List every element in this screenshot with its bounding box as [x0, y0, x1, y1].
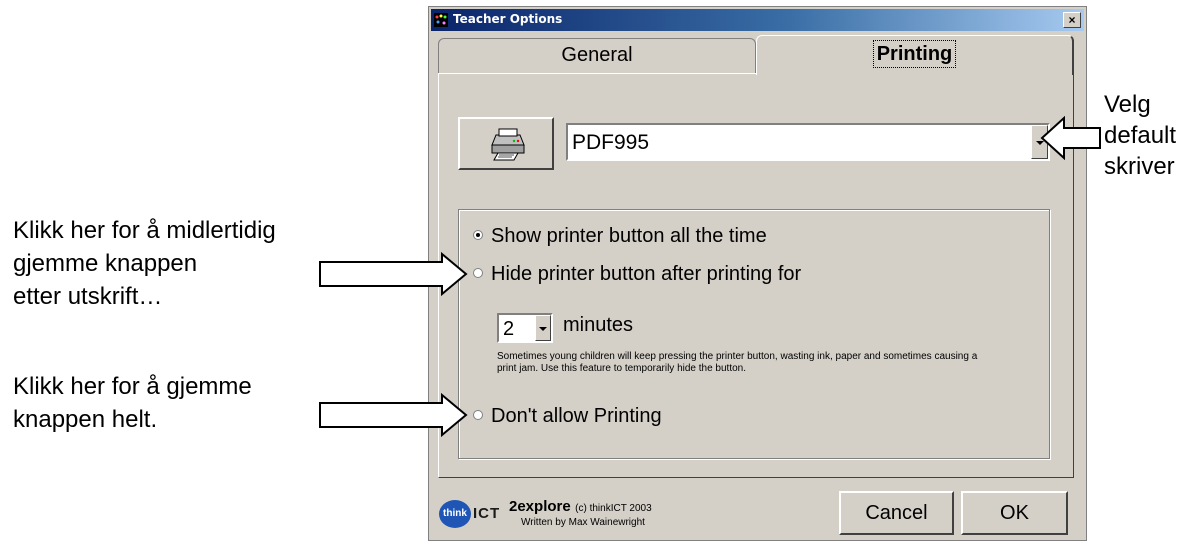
tab-printing-label: Printing: [872, 40, 957, 68]
printer-select[interactable]: PDF995: [566, 123, 1050, 161]
app-icon: [434, 13, 448, 27]
annotation-hide-permanently: Klikk her for å gjemme knappen helt.: [13, 373, 252, 433]
annotation-hide-temporarily: Klikk her for å midlertidig gjemme knapp…: [13, 217, 276, 310]
cancel-button[interactable]: Cancel: [839, 491, 954, 535]
product-info: 2explore (c) thinkICT 2003: [509, 498, 652, 516]
teacher-options-dialog: Teacher Options × General Printing PDF99…: [428, 6, 1087, 541]
radio-indicator[interactable]: [473, 267, 483, 278]
logo-ict: ICT: [473, 505, 501, 522]
printer-icon: [491, 128, 525, 161]
minutes-select[interactable]: 2: [497, 313, 553, 343]
printer-select-value: PDF995: [572, 131, 650, 154]
product-name: 2explore: [509, 498, 571, 515]
product-author: Written by Max Wainewright: [521, 517, 645, 528]
radio-indicator[interactable]: [473, 409, 483, 420]
tab-general[interactable]: General: [438, 38, 756, 73]
close-button[interactable]: ×: [1063, 12, 1081, 28]
radio-hide-after-printing[interactable]: Hide printer button after printing for: [473, 263, 801, 286]
minutes-label: minutes: [563, 314, 634, 336]
logo-think: think: [439, 500, 471, 528]
radio-indicator[interactable]: [473, 229, 483, 240]
radio-dont-allow-printing[interactable]: Don't allow Printing: [473, 405, 662, 428]
chevron-down-icon[interactable]: [535, 315, 551, 341]
arrow-right-icon: [319, 252, 468, 296]
arrow-left-icon: [1040, 116, 1101, 160]
product-copyright: (c) thinkICT 2003: [575, 503, 652, 514]
window-title: Teacher Options: [453, 12, 563, 26]
help-text: Sometimes young children will keep press…: [497, 351, 978, 374]
tab-printing[interactable]: Printing: [756, 35, 1074, 75]
printer-button[interactable]: [458, 117, 554, 170]
radio-show-printer-button[interactable]: Show printer button all the time: [473, 225, 767, 248]
arrow-right-icon: [319, 393, 468, 437]
minutes-value: 2: [503, 318, 515, 340]
annotation-select-printer: Velg default skriver: [1104, 91, 1177, 180]
ok-button[interactable]: OK: [961, 491, 1068, 535]
title-bar: Teacher Options ×: [431, 9, 1084, 31]
